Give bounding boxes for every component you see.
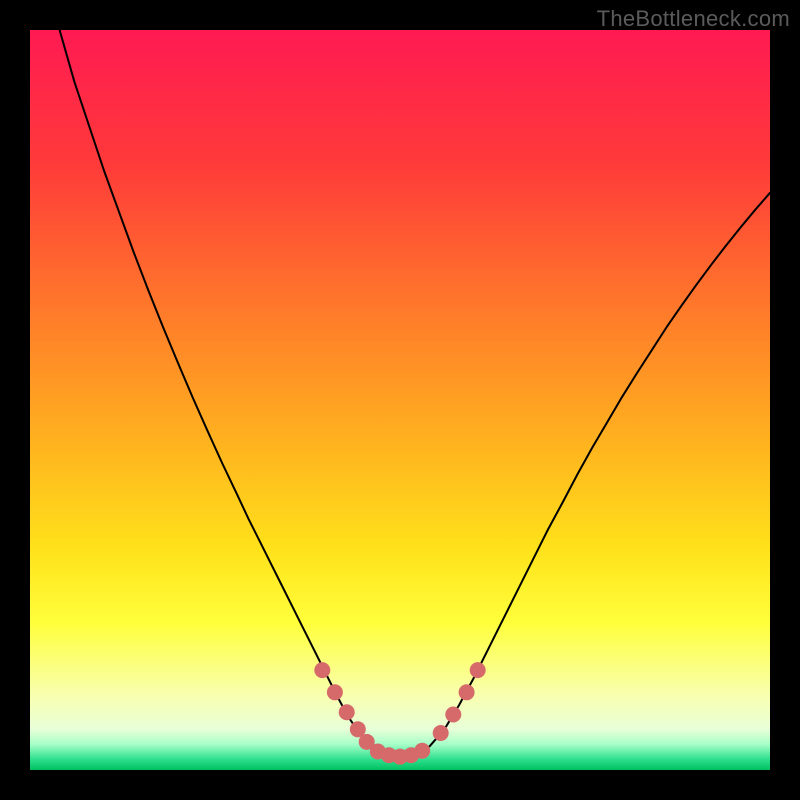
chart-plot-area — [30, 30, 770, 770]
curve-marker — [339, 704, 355, 720]
curve-marker — [433, 725, 449, 741]
curve-marker — [445, 707, 461, 723]
curve-marker — [314, 662, 330, 678]
chart-frame: TheBottleneck.com — [0, 0, 800, 800]
curve-marker — [414, 743, 430, 759]
curve-marker — [327, 684, 343, 700]
watermark-text: TheBottleneck.com — [597, 6, 790, 32]
curve-marker — [470, 662, 486, 678]
curve-marker — [459, 684, 475, 700]
chart-svg — [30, 30, 770, 770]
chart-background — [30, 30, 770, 770]
